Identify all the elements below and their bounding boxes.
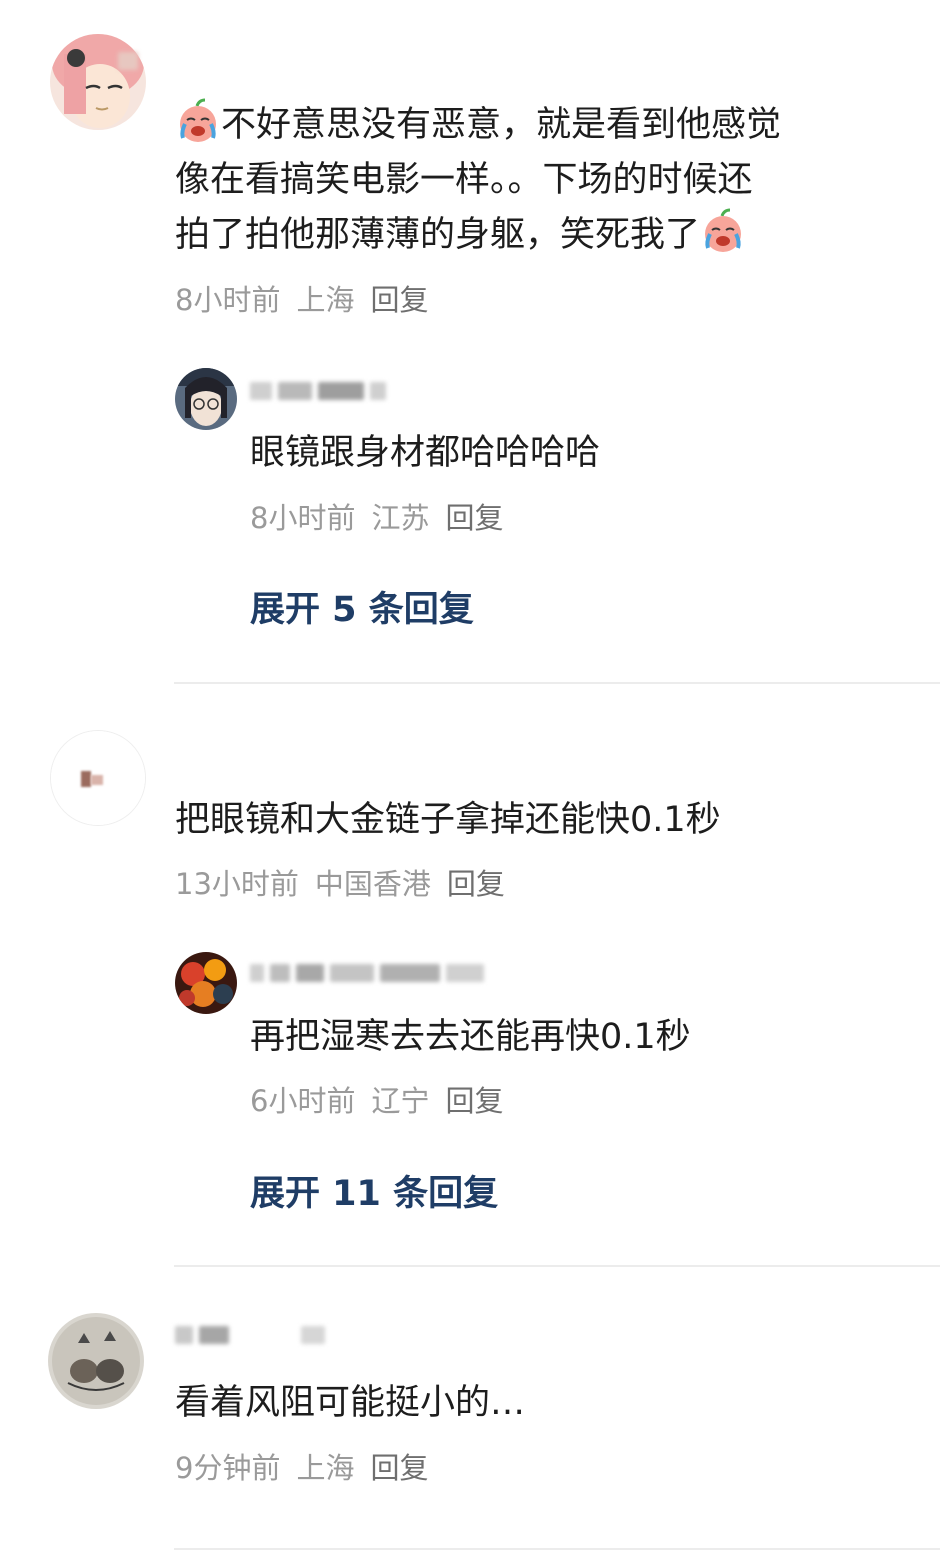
- username-blurred[interactable]: [250, 960, 490, 986]
- reply-meta: 8小时前 江苏 回复: [250, 500, 503, 536]
- reply-text: 再把湿寒去去还能再快0.1秒: [250, 1017, 691, 1057]
- comment-time: 9分钟前: [175, 1451, 281, 1485]
- crying-laughing-peach-emoji: [700, 208, 746, 254]
- avatar[interactable]: [175, 952, 237, 1014]
- reply-button[interactable]: 回复: [370, 283, 428, 317]
- expand-replies-link[interactable]: 展开 11 条回复: [250, 1172, 498, 1216]
- comment-time: 13小时前: [175, 867, 299, 901]
- reply-location: 江苏: [371, 501, 430, 535]
- comment-text: 像在看搞笑电影一样。。下场的时候还: [175, 160, 753, 200]
- comment-meta: 9分钟前 上海 回复: [175, 1450, 428, 1486]
- reply-button[interactable]: 回复: [445, 1084, 503, 1118]
- comment-text: 把眼镜和大金链子拿掉还能快0.1秒: [175, 800, 721, 840]
- reply-time: 8小时前: [250, 501, 356, 535]
- username-blurred[interactable]: [118, 48, 144, 74]
- divider: [174, 682, 940, 684]
- reply-button[interactable]: 回复: [447, 867, 505, 901]
- comment-text: 拍了拍他那薄薄的身躯，笑死我了: [175, 208, 746, 263]
- comment-location: 上海: [296, 283, 355, 317]
- avatar[interactable]: [50, 730, 146, 826]
- divider: [174, 1265, 940, 1267]
- username-blurred[interactable]: [175, 1322, 331, 1348]
- comment-meta: 8小时前 上海 回复: [175, 282, 428, 318]
- expand-replies-link[interactable]: 展开 5 条回复: [250, 588, 474, 632]
- avatar[interactable]: [175, 368, 237, 430]
- comment-time: 8小时前: [175, 283, 281, 317]
- comment-text: 看着风阻可能挺小的…: [175, 1383, 526, 1423]
- comment-location: 上海: [296, 1451, 355, 1485]
- reply-location: 辽宁: [371, 1084, 430, 1118]
- comment-location: 中国香港: [314, 867, 431, 901]
- reply-time: 6小时前: [250, 1084, 356, 1118]
- reply-text: 眼镜跟身材都哈哈哈哈: [250, 433, 601, 473]
- reply-button[interactable]: 回复: [370, 1451, 428, 1485]
- comment-text: 不好意思没有恶意，就是看到他感觉: [175, 98, 781, 153]
- avatar[interactable]: [48, 1313, 144, 1409]
- comment-meta: 13小时前 中国香港 回复: [175, 866, 505, 902]
- divider: [174, 1548, 940, 1550]
- username-blurred[interactable]: [250, 378, 392, 404]
- crying-laughing-peach-emoji: [175, 98, 221, 144]
- reply-meta: 6小时前 辽宁 回复: [250, 1083, 503, 1119]
- reply-button[interactable]: 回复: [445, 501, 503, 535]
